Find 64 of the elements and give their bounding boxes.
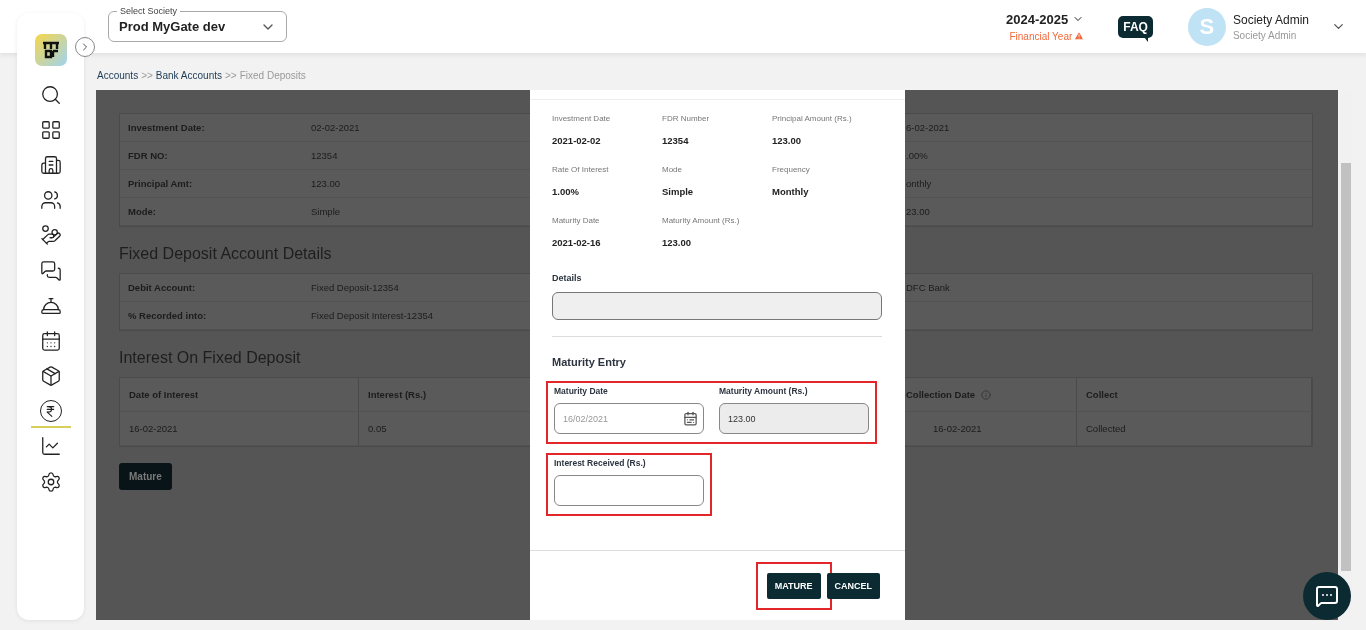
field-label: % Recorded into: xyxy=(120,302,303,330)
field-label: Mode: xyxy=(120,198,303,226)
summary-value: 12354 xyxy=(662,135,690,146)
summary-value: 123.00 xyxy=(772,135,803,146)
chat-icon xyxy=(39,259,62,282)
breadcrumb-link[interactable]: Bank Accounts xyxy=(155,70,222,90)
search-icon xyxy=(39,83,62,106)
summary-label: Mode xyxy=(662,165,683,174)
input-field[interactable] xyxy=(554,475,704,506)
summary-value: 2021-02-02 xyxy=(552,135,602,146)
summary-value: 123.00 xyxy=(662,237,693,248)
people-icon xyxy=(39,189,62,212)
year-select[interactable]: 2024-2025 xyxy=(1006,11,1085,27)
details-label: Details xyxy=(552,273,583,283)
section-title: Fixed Deposit Account Details xyxy=(119,244,332,264)
summary-label: Frequency xyxy=(772,165,811,174)
field-label: Investment Date: xyxy=(120,114,303,142)
column-header: Date of Interest xyxy=(120,378,359,412)
warning-icon xyxy=(1074,31,1085,41)
field-label: Maturity Amount (Rs.) xyxy=(719,386,809,396)
section-title: Maturity Entry xyxy=(552,356,626,368)
summary-value: Monthly xyxy=(772,186,810,197)
dialog-button[interactable]: MATURE xyxy=(766,572,821,599)
building-icon xyxy=(39,153,62,176)
grid-icon xyxy=(39,118,62,141)
breadcrumb-separator: >> xyxy=(141,70,153,83)
hand-coins-icon xyxy=(39,224,62,247)
chat-icon xyxy=(1315,584,1339,608)
box-icon xyxy=(39,365,62,388)
field-value: 6-02-2021 xyxy=(906,114,1312,142)
settings-icon xyxy=(39,470,62,493)
logo-icon[interactable] xyxy=(34,34,67,66)
summary-value: 2021-02-16 xyxy=(552,237,602,248)
field-label: Debit Account: xyxy=(120,274,303,302)
expand-toggle[interactable] xyxy=(75,37,95,57)
table-cell: 16-02-2021 xyxy=(120,412,359,446)
summary-label: Maturity Amount (Rs.) xyxy=(662,216,741,225)
summary-value: 1.00% xyxy=(552,186,580,197)
summary-label: Maturity Date xyxy=(552,216,601,225)
field-label: Maturity Date xyxy=(554,386,609,396)
summary-value: Simple xyxy=(662,186,695,197)
summary-label: FDR Number xyxy=(662,114,711,123)
table-cell: 16-02-2021 xyxy=(906,412,1077,446)
calendar-icon[interactable] xyxy=(683,411,698,426)
summary-label: Rate Of Interest xyxy=(552,165,610,174)
field-value: DFC Bank xyxy=(906,274,1312,302)
summary-label: Investment Date xyxy=(552,114,612,123)
mature-button[interactable]: Mature xyxy=(119,463,172,490)
breadcrumb-separator: >> xyxy=(225,70,237,83)
field-label: FDR NO: xyxy=(120,142,303,170)
scrollbar[interactable] xyxy=(1341,163,1351,571)
summary-label: Principal Amount (Rs.) xyxy=(772,114,853,123)
breadcrumb-current: Fixed Deposits xyxy=(239,70,306,83)
calendar-icon xyxy=(39,329,62,352)
financial-year-note: Financial Year xyxy=(1009,30,1073,42)
column-header: Collect xyxy=(1077,378,1312,412)
user-role: Society Admin xyxy=(1232,29,1298,41)
user-name: Society Admin xyxy=(1232,12,1309,27)
field-label: Principal Amt: xyxy=(120,170,303,198)
chart-icon xyxy=(39,435,62,458)
breadcrumb-link[interactable]: Accounts xyxy=(97,70,139,90)
column-header: Collection Date xyxy=(906,378,1077,412)
dialog-button[interactable]: CANCEL xyxy=(826,572,880,599)
field-label: Interest Received (Rs.) xyxy=(554,458,647,468)
